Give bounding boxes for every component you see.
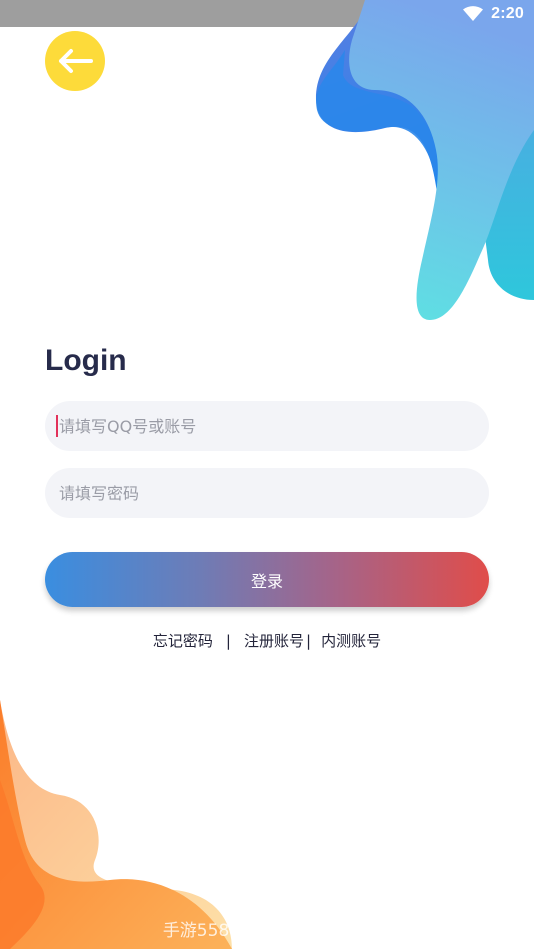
page-title: Login	[45, 344, 127, 377]
login-button[interactable]: 登录	[45, 552, 489, 607]
password-input[interactable]	[57, 482, 477, 504]
status-time: 2:20	[491, 4, 524, 22]
account-field-container	[45, 401, 489, 451]
forgot-password-link[interactable]: 忘记密码	[153, 630, 213, 651]
text-cursor	[56, 415, 58, 437]
register-link[interactable]: 注册账号	[244, 630, 304, 651]
watermark: 手游5588 · MX5588.COM	[162, 921, 372, 941]
link-separator: |	[306, 631, 312, 650]
arrow-left-icon	[59, 49, 93, 73]
auth-links: 忘记密码 | 注册账号 | 内测账号	[0, 630, 534, 651]
login-screen: 2:20 Login 登录 忘记密码 | 注册账号 | 内测账号 手游5588 …	[0, 0, 534, 949]
back-button[interactable]	[45, 31, 105, 91]
status-icons: 2:20	[463, 0, 524, 27]
test-account-link[interactable]: 内测账号	[321, 630, 381, 651]
wifi-icon	[463, 5, 484, 22]
link-separator: |	[225, 631, 231, 650]
account-input[interactable]	[57, 415, 477, 437]
password-field-container	[45, 468, 489, 518]
